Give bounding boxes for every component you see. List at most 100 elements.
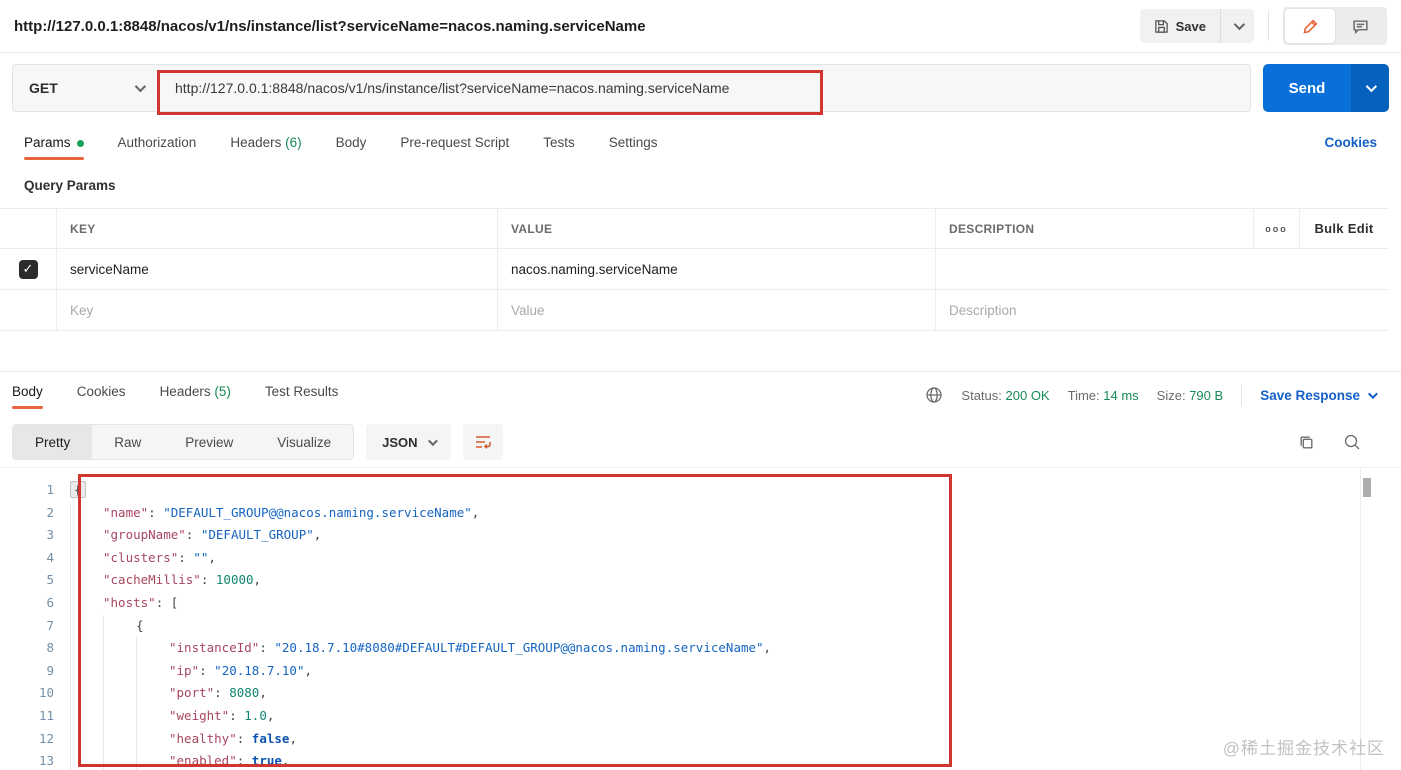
status-badge: Status: 200 OK — [961, 387, 1050, 403]
send-button[interactable]: Send — [1263, 64, 1351, 112]
response-tab-cookies[interactable]: Cookies — [77, 372, 126, 409]
method-select[interactable]: GET — [13, 65, 159, 111]
code-token: "cacheMillis" — [103, 572, 201, 588]
view-preview[interactable]: Preview — [163, 425, 255, 459]
code-token: 1.0 — [244, 707, 267, 723]
tab-label: Authorization — [117, 135, 197, 150]
format-value: JSON — [382, 434, 418, 450]
new-value-input[interactable] — [511, 302, 922, 318]
indent-guide — [136, 659, 169, 683]
header-value: VALUE — [497, 209, 935, 248]
format-select[interactable]: JSON — [366, 424, 451, 460]
param-key[interactable]: serviceName — [56, 249, 497, 289]
params-header-row: KEY VALUE DESCRIPTION ooo Bulk Edit — [0, 208, 1388, 249]
code-token: : — [236, 753, 252, 769]
param-checkbox[interactable]: ✓ — [18, 259, 38, 279]
header-key: KEY — [56, 209, 497, 248]
code-token: , — [266, 707, 275, 723]
view-bar-actions — [1298, 433, 1389, 451]
tab-body[interactable]: Body — [336, 123, 367, 160]
code-line: 8 "instanceId": "20.18.7.10#8080#DEFAULT#… — [0, 637, 1401, 660]
save-options-button[interactable] — [1220, 9, 1254, 43]
indent-guide — [103, 750, 136, 770]
chevron-down-icon — [1365, 80, 1378, 93]
response-tab-body[interactable]: Body — [12, 372, 43, 409]
wrap-lines-button[interactable] — [462, 424, 503, 460]
indent-guide — [103, 659, 136, 683]
code-token: "clusters" — [103, 549, 179, 565]
edit-comment-group — [1283, 7, 1387, 45]
bulk-edit-button[interactable]: Bulk Edit — [1299, 209, 1388, 248]
tab-authorization[interactable]: Authorization — [118, 123, 197, 160]
param-description[interactable] — [935, 249, 1388, 289]
indent-guide — [136, 637, 169, 660]
new-description-input[interactable] — [949, 302, 1375, 318]
tab-params[interactable]: Params — [24, 123, 84, 160]
tab-tests[interactable]: Tests — [543, 123, 575, 160]
time-badge: Time: 14 ms — [1067, 387, 1139, 403]
view-pretty[interactable]: Pretty — [13, 425, 93, 459]
tab-label: Headers — [159, 384, 211, 399]
method-value: GET — [29, 80, 58, 96]
code-line: 13 "enabled": true, — [0, 750, 1401, 770]
comment-button[interactable] — [1335, 9, 1385, 43]
response-view-bar: Pretty Raw Preview Visualize JSON — [0, 417, 1401, 468]
code-line: 2 "name": "DEFAULT_GROUP@@nacos.naming.se… — [0, 501, 1401, 525]
url-input[interactable] — [159, 65, 1250, 111]
line-number: 13 — [38, 753, 54, 769]
line-number: 2 — [46, 504, 54, 520]
view-raw[interactable]: Raw — [92, 425, 163, 459]
code-token: 8080 — [229, 685, 260, 701]
globe-icon[interactable] — [925, 386, 943, 404]
cookies-link[interactable]: Cookies — [1324, 123, 1377, 150]
edit-button[interactable] — [1285, 9, 1335, 43]
line-number: 9 — [46, 662, 54, 678]
tab-pre-request-script[interactable]: Pre-request Script — [400, 123, 509, 160]
code-token: : — [178, 549, 194, 565]
code-token: "instanceId" — [169, 640, 260, 656]
code-token: [ — [170, 594, 179, 610]
tab-label: Settings — [608, 135, 658, 150]
code-token: "20.18.7.10#8080#DEFAULT#DEFAULT_GROUP@@… — [274, 640, 764, 656]
save-response-button[interactable]: Save Response — [1260, 388, 1389, 403]
code-token: "ip" — [169, 662, 200, 678]
indent-guide — [70, 614, 103, 638]
ellipsis-icon: ooo — [1265, 223, 1288, 234]
code-token: true — [251, 753, 282, 769]
chevron-down-icon — [134, 80, 147, 93]
tab-headers[interactable]: Headers (6) — [230, 123, 301, 160]
response-tab-headers[interactable]: Headers (5) — [160, 372, 231, 409]
indent-guide — [103, 704, 136, 728]
tab-label: Params — [24, 135, 71, 150]
response-tab-test-results[interactable]: Test Results — [265, 372, 339, 409]
tab-label: Body — [12, 384, 43, 399]
code-token: "groupName" — [103, 527, 186, 543]
code-token: : — [155, 594, 171, 610]
url-bar: GET — [12, 64, 1251, 112]
indent-guide — [70, 591, 103, 615]
comment-icon — [1352, 18, 1369, 35]
search-icon[interactable] — [1343, 433, 1361, 451]
save-button-label: Save — [1175, 18, 1206, 34]
more-options-button[interactable]: ooo — [1253, 209, 1299, 248]
tab-settings[interactable]: Settings — [609, 123, 658, 160]
code-token: "name" — [103, 504, 149, 520]
send-options-button[interactable] — [1351, 64, 1389, 112]
view-visualize[interactable]: Visualize — [255, 425, 353, 459]
scrollbar-track — [1360, 468, 1361, 770]
copy-icon[interactable] — [1298, 434, 1315, 451]
indent-guide — [103, 637, 136, 660]
new-key-input[interactable] — [70, 302, 484, 318]
indent-guide — [70, 682, 103, 705]
param-value[interactable]: nacos.naming.serviceName — [497, 249, 935, 289]
code-token: , — [471, 504, 480, 520]
code-token: , — [281, 753, 290, 769]
response-body-code[interactable]: 1{2 "name": "DEFAULT_GROUP@@nacos.naming.… — [0, 468, 1401, 770]
code-token: "weight" — [169, 707, 230, 723]
code-token: : — [259, 640, 275, 656]
scrollbar-thumb[interactable] — [1363, 478, 1371, 497]
chevron-down-icon — [427, 435, 438, 446]
save-button[interactable]: Save — [1140, 9, 1220, 43]
line-number: 10 — [38, 685, 54, 701]
param-row-empty — [0, 290, 1388, 331]
